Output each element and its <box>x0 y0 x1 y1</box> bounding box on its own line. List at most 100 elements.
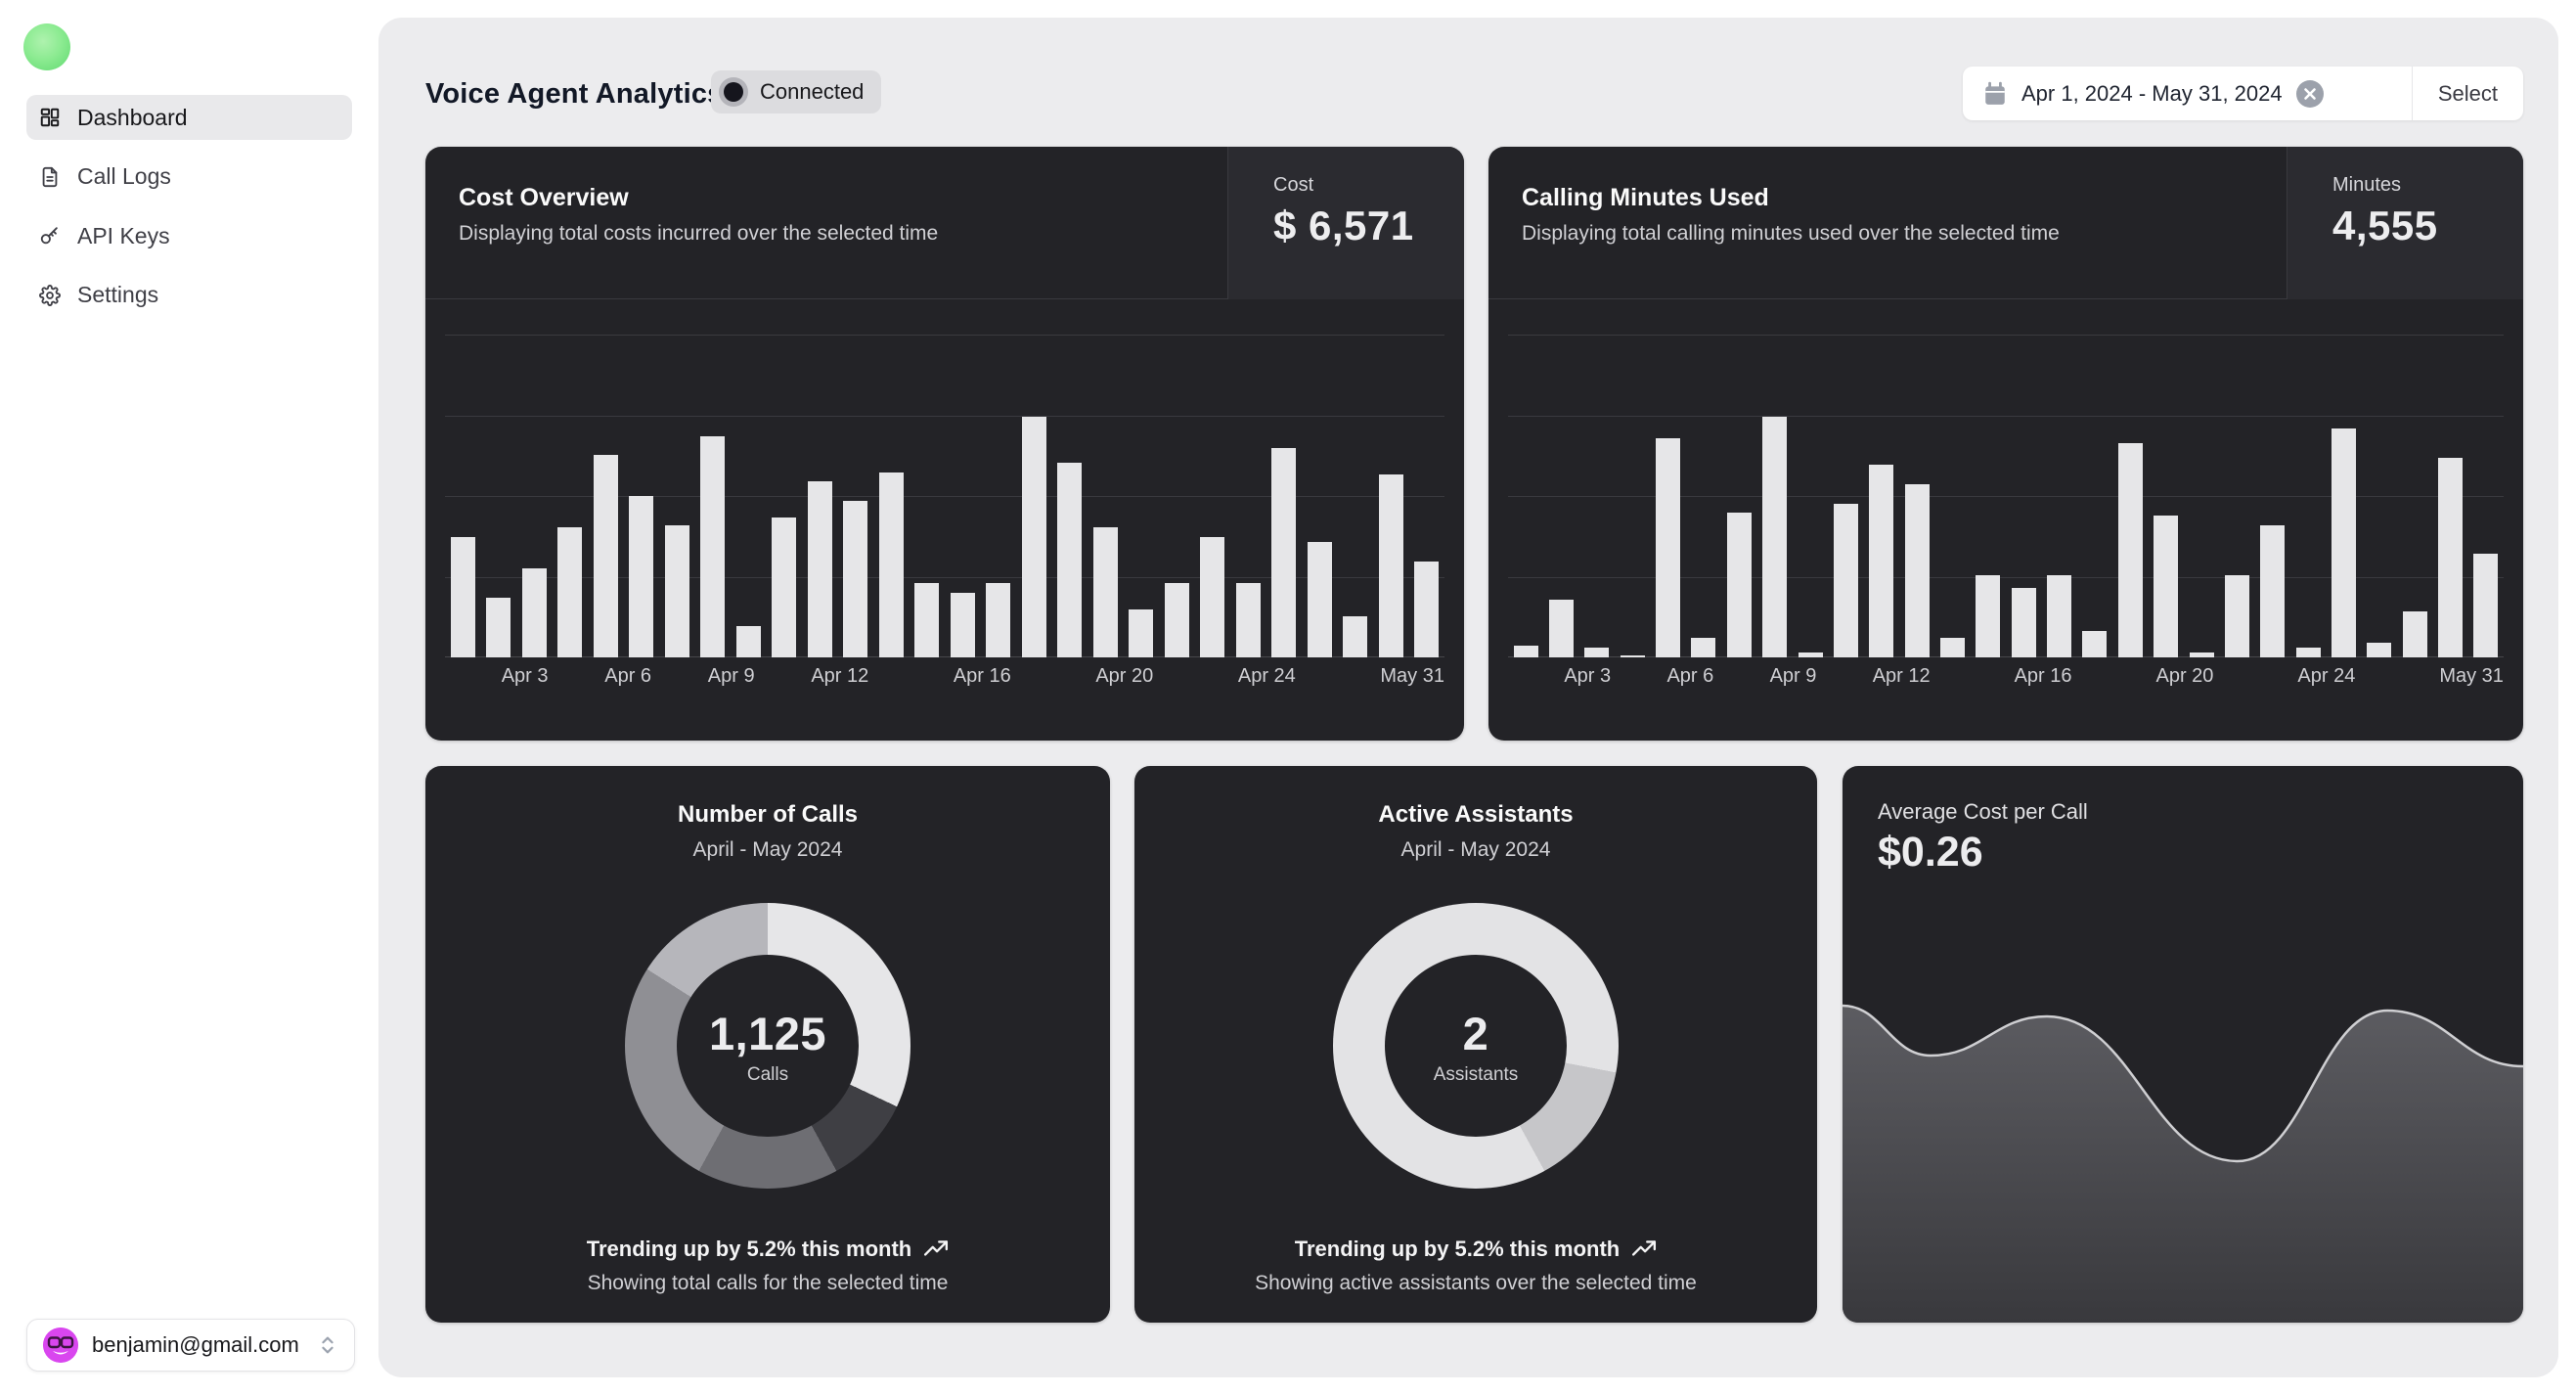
app-root: Dashboard Call Logs API Keys Settings benja… <box>0 0 2576 1395</box>
card-subtitle: Displaying total costs incurred over the… <box>459 222 938 246</box>
calling-minutes-card: Calling Minutes Used Displaying total ca… <box>1488 147 2523 741</box>
bar <box>1762 417 1787 657</box>
x-tick-label <box>2128 665 2156 704</box>
x-tick-label <box>782 665 811 704</box>
x-tick-label <box>2355 665 2383 704</box>
status-label: Connected <box>760 79 864 105</box>
cost-stat-box: Cost $ 6,571 <box>1227 147 1464 299</box>
bar <box>808 481 832 657</box>
x-tick-label <box>680 665 708 704</box>
x-tick-label: Apr 6 <box>604 665 651 704</box>
x-tick-label <box>868 665 897 704</box>
bar <box>1093 527 1118 657</box>
bar <box>2190 652 2214 657</box>
sidebar-item-label: Dashboard <box>77 105 188 131</box>
card-title: Cost Overview <box>459 184 938 212</box>
x-tick-label <box>651 665 680 704</box>
bar <box>2296 648 2321 657</box>
bar <box>2082 631 2107 657</box>
bar <box>1200 537 1224 657</box>
trend-text: Trending up by 5.2% this month <box>1295 1237 1620 1262</box>
assistants-total: 2 <box>1463 1007 1489 1060</box>
x-tick-label: Apr 3 <box>502 665 549 704</box>
x-tick-label: Apr 16 <box>954 665 1011 704</box>
clear-date-button[interactable] <box>2296 80 2324 108</box>
date-range-text: Apr 1, 2024 - May 31, 2024 <box>2021 81 2283 107</box>
x-tick-label <box>1958 665 1986 704</box>
x-tick-label: Apr 16 <box>2015 665 2072 704</box>
bar <box>1379 474 1403 657</box>
x-tick-label <box>897 665 925 704</box>
x-tick-label: Apr 24 <box>1238 665 1296 704</box>
x-tick-label <box>1153 665 1181 704</box>
sidebar-item-api-keys[interactable]: API Keys <box>26 213 352 258</box>
card-title: Average Cost per Call <box>1878 799 2088 825</box>
bar <box>486 598 511 658</box>
bar <box>1343 616 1367 657</box>
connection-status-badge[interactable]: Connected <box>711 70 881 113</box>
x-tick-label <box>1181 665 1210 704</box>
bar <box>700 436 725 657</box>
bar <box>2403 611 2427 657</box>
card-title: Active Assistants <box>1134 801 1817 829</box>
x-tick-label <box>1986 665 2015 704</box>
bar <box>951 593 975 657</box>
card-title: Calling Minutes Used <box>1522 184 2060 212</box>
bar <box>1976 575 2000 657</box>
x-tick-label <box>2383 665 2412 704</box>
bar <box>1656 438 1680 657</box>
x-tick-label <box>1844 665 1873 704</box>
cost-overview-card: Cost Overview Displaying total costs inc… <box>425 147 1464 741</box>
user-account-menu[interactable]: benjamin@gmail.com <box>26 1319 355 1372</box>
x-tick-label <box>1713 665 1742 704</box>
bar <box>1869 465 1893 657</box>
date-range-button[interactable]: Apr 1, 2024 - May 31, 2024 <box>1963 67 2412 120</box>
select-button[interactable]: Select <box>2413 67 2523 120</box>
bar <box>2154 516 2178 657</box>
sidebar-item-call-logs[interactable]: Call Logs <box>26 155 352 200</box>
stat-value: $ 6,571 <box>1273 202 1464 249</box>
card-subtitle: April - May 2024 <box>425 838 1110 862</box>
sidebar-item-dashboard[interactable]: Dashboard <box>26 95 352 140</box>
bar <box>1621 655 1645 657</box>
x-tick-label <box>445 665 473 704</box>
bar <box>2012 588 2036 657</box>
app-logo <box>23 23 70 70</box>
page-title: Voice Agent Analytics <box>425 78 723 111</box>
card-header: Calling Minutes Used Displaying total ca… <box>1488 147 2523 299</box>
card-subtitle: Displaying total calling minutes used ov… <box>1522 222 2060 246</box>
bar <box>1834 504 1858 657</box>
trending-up-icon <box>1631 1237 1657 1262</box>
x-tick-label <box>2072 665 2101 704</box>
bar <box>1308 542 1332 657</box>
bar <box>1165 583 1189 657</box>
x-tick-label: Apr 9 <box>708 665 755 704</box>
bar <box>522 568 547 657</box>
bar <box>1905 484 1930 657</box>
bar <box>629 496 653 657</box>
minutes-stat-box: Minutes 4,555 <box>2287 147 2523 299</box>
bar <box>2332 428 2356 657</box>
x-tick-label <box>576 665 604 704</box>
bar <box>2047 575 2071 657</box>
bar <box>2473 554 2498 657</box>
x-tick-label <box>925 665 954 704</box>
x-tick-label <box>2100 665 2128 704</box>
x-tick-label: May 31 <box>2439 665 2504 704</box>
x-tick-label <box>1816 665 1844 704</box>
sidebar-item-label: Settings <box>77 282 158 308</box>
sidebar-item-settings[interactable]: Settings <box>26 273 352 318</box>
x-tick-label <box>755 665 783 704</box>
x-tick-label <box>1611 665 1639 704</box>
calls-donut-chart: 1,125 Calls <box>625 903 910 1189</box>
bar <box>2438 458 2463 657</box>
x-tick-label <box>1742 665 1770 704</box>
x-tick-label <box>1931 665 1959 704</box>
avg-cost-value: $0.26 <box>1878 829 1983 877</box>
select-chevrons-icon <box>317 1334 338 1356</box>
calls-total: 1,125 <box>709 1007 826 1060</box>
bar <box>1799 652 1823 657</box>
status-dot-icon <box>719 77 748 107</box>
bar <box>557 527 582 657</box>
minutes-bar-chart <box>1508 299 2504 657</box>
